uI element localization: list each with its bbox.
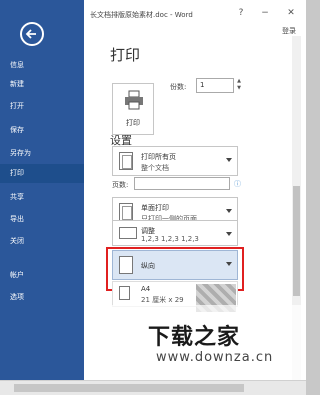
print-range-label: 打印所有页 [141, 153, 176, 161]
print-button[interactable]: 打印 [112, 83, 154, 135]
sidebar-item-share[interactable]: 共享 [0, 188, 84, 207]
sidebar-item-close[interactable]: 关闭 [0, 232, 84, 251]
watermark-url: www.downza.cn [156, 350, 274, 365]
chevron-down-icon [226, 209, 232, 213]
collate-sublabel: 1,2,3 1,2,3 1,2,3 [141, 235, 199, 243]
back-button[interactable] [20, 22, 44, 46]
copies-label: 份数: [170, 83, 187, 91]
sign-in-link[interactable]: 登录 [282, 26, 296, 36]
scrollbar-thumb[interactable] [293, 186, 300, 296]
sidebar-item-new[interactable]: 新建 [0, 75, 84, 94]
paper-icon [119, 286, 130, 300]
title-bar: 长文档排版原始素材.doc - Word ? − ✕ 登录 [84, 0, 306, 36]
sidebar-item-print[interactable]: 打印 [0, 164, 84, 183]
page-title: 打印 [110, 46, 141, 64]
single-side-icon [119, 203, 133, 221]
sidebar-item-options[interactable]: 选项 [0, 288, 84, 307]
pages-input[interactable] [134, 177, 230, 190]
copies-input[interactable]: 1 [196, 78, 234, 93]
sidebar-item-account[interactable]: 帐户 [0, 266, 84, 285]
print-range-dropdown[interactable]: 打印所有页 整个文档 [112, 146, 238, 176]
sidebar-item-open[interactable]: 打开 [0, 97, 84, 116]
chevron-down-icon[interactable]: ▼ [235, 85, 243, 92]
paper-size-sublabel: 21 厘米 x 29 [141, 296, 184, 304]
sidebar-item-export[interactable]: 导出 [0, 210, 84, 229]
collate-dropdown[interactable]: 调整 1,2,3 1,2,3 1,2,3 [112, 220, 238, 246]
sidebar-item-save-as[interactable]: 另存为 [0, 144, 84, 163]
horizontal-scrollbar[interactable] [0, 380, 306, 395]
arrow-left-icon [25, 29, 36, 39]
info-icon[interactable]: ⓘ [234, 179, 241, 189]
chevron-up-icon[interactable]: ▲ [235, 78, 243, 85]
copies-stepper[interactable]: ▲ ▼ [235, 78, 243, 93]
collate-icon [119, 227, 137, 239]
print-button-label: 打印 [126, 119, 140, 127]
chevron-down-icon [226, 232, 232, 236]
chevron-down-icon [226, 158, 232, 162]
sides-label: 单面打印 [141, 204, 169, 212]
close-button[interactable]: ✕ [284, 8, 298, 18]
help-button[interactable]: ? [234, 8, 248, 18]
minimize-button[interactable]: − [258, 8, 272, 18]
watermark-logo: 下载之家 [148, 325, 241, 350]
watermark: 下载之家 www.downza.cn [84, 305, 306, 380]
printer-icon [125, 90, 143, 110]
pages-label: 页数: [112, 181, 129, 189]
window-title: 长文档排版原始素材.doc - Word [90, 11, 193, 19]
print-range-sublabel: 整个文档 [141, 164, 169, 172]
paper-size-label: A4 [141, 285, 151, 293]
sidebar-item-save[interactable]: 保存 [0, 121, 84, 140]
horizontal-scrollbar-thumb[interactable] [14, 384, 244, 392]
backstage-sidebar: 信息 新建 打开 保存 另存为 打印 共享 导出 关闭 帐户 选项 [0, 0, 84, 380]
pages-icon [119, 152, 133, 170]
word-window: 信息 新建 打开 保存 另存为 打印 共享 导出 关闭 帐户 选项 长文档排版原… [0, 0, 306, 395]
sidebar-item-info[interactable]: 信息 [0, 56, 84, 75]
